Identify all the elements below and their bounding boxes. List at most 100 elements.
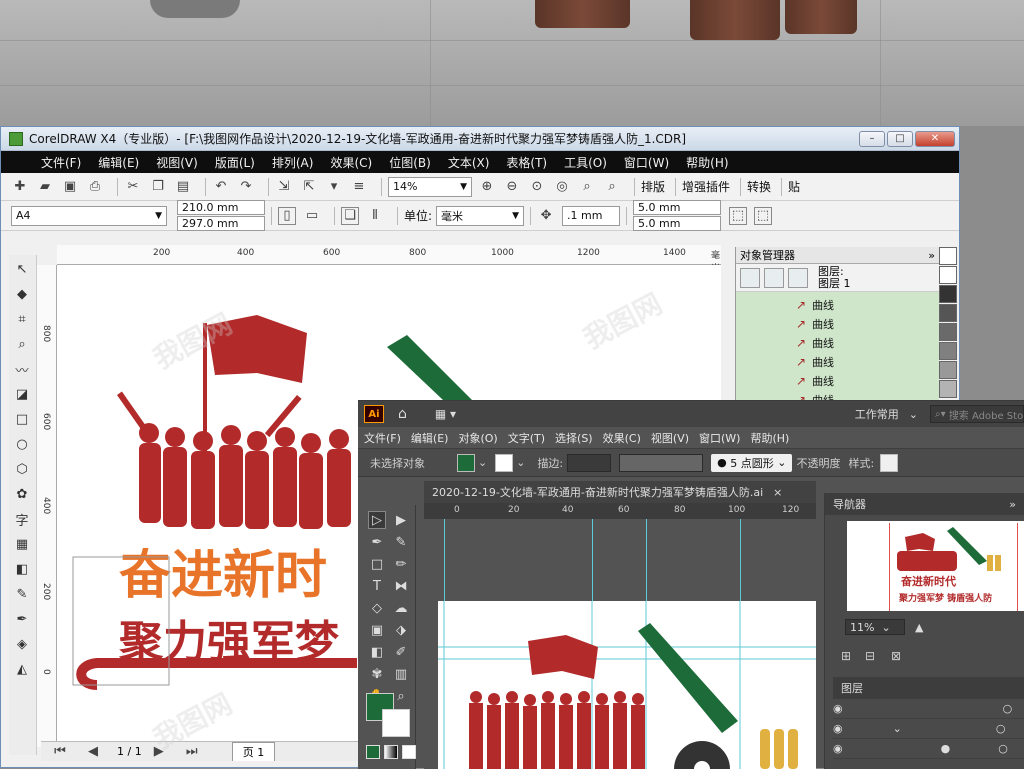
color-mode-icon[interactable] [366, 745, 380, 759]
gradient-mode-icon[interactable] [384, 745, 398, 759]
rectangle-tool-icon[interactable]: □ [11, 408, 33, 430]
ai-menu-window[interactable]: 窗口(W) [699, 430, 740, 446]
layer-row[interactable]: ◉ ⌄ ○ [833, 719, 1024, 739]
curvature-tool-icon[interactable]: ✎ [392, 533, 410, 551]
current-page-icon[interactable]: ⫴ [366, 207, 384, 225]
target-circle-icon[interactable]: ○ [1003, 702, 1013, 715]
palette-swatch[interactable] [939, 247, 957, 265]
palette-swatch[interactable] [939, 342, 957, 360]
page-height-field[interactable]: 297.0 mm [177, 216, 265, 231]
arrange-documents-icon[interactable]: ▦ ▾ [435, 407, 456, 421]
zoom-tool-icon[interactable]: ⌕ [392, 687, 410, 705]
cut-icon[interactable]: ✂ [124, 178, 142, 196]
layer-row[interactable]: ◉ ● ○ [833, 739, 1024, 759]
show-properties-icon[interactable] [740, 267, 760, 288]
warp-tool-icon[interactable]: ☁ [392, 599, 410, 617]
graphic-style-swatch[interactable] [880, 453, 899, 472]
document-tab[interactable]: 2020-12-19-文化墙-军政通用-奋进新时代聚力强军梦铸盾强人防.ai × [424, 481, 816, 503]
print-icon[interactable]: ⎙ [86, 178, 104, 196]
save-icon[interactable]: ▣ [61, 178, 79, 196]
symbol-sprayer-icon[interactable]: ✾ [368, 665, 386, 683]
portrait-icon[interactable]: ▯ [278, 206, 296, 225]
outline-pen-icon[interactable]: ✒ [11, 608, 33, 630]
workspace-switcher[interactable]: 工作常用 [855, 406, 899, 422]
landscape-icon[interactable]: ▭ [303, 207, 321, 225]
panel-menu-icon[interactable]: » [1009, 498, 1016, 511]
docker-collapse-icon[interactable]: » [928, 249, 935, 262]
pencil-tool-icon[interactable]: ✏ [392, 555, 410, 573]
navigator-thumbnail[interactable]: 奋进新时代 聚力强军梦 铸盾强人防 [847, 521, 1024, 611]
new-document-icon[interactable]: ✚ [11, 178, 29, 196]
menu-help[interactable]: 帮助(H) [686, 154, 728, 171]
menu-effects[interactable]: 效果(C) [330, 154, 372, 171]
zoom-page-icon[interactable]: ⌕ [578, 178, 596, 196]
redo-icon[interactable]: ↷ [237, 178, 255, 196]
variable-width-profile[interactable] [619, 453, 704, 472]
list-item[interactable]: ↗曲线 [736, 314, 939, 333]
eraser-tool-icon[interactable]: ◇ [368, 599, 386, 617]
fill-color-swatch[interactable] [457, 453, 475, 472]
zoom-out-icon[interactable]: ⊖ [503, 178, 521, 196]
fill-chevron-icon[interactable]: ⌄ [478, 456, 487, 469]
ai-menu-effect[interactable]: 效果(C) [603, 430, 641, 446]
rectangle-tool-icon[interactable]: □ [368, 555, 386, 573]
palette-swatch[interactable] [939, 285, 957, 303]
menu-file[interactable]: 文件(F) [41, 154, 81, 171]
selection-tool-icon[interactable]: ▷ [368, 511, 386, 529]
menu-bitmaps[interactable]: 位图(B) [389, 154, 431, 171]
menu-arrange[interactable]: 排列(A) [272, 154, 314, 171]
first-page-icon[interactable]: ⏮ [51, 743, 69, 761]
stroke-chevron-icon[interactable]: ⌄ [516, 456, 525, 469]
ai-menu-help[interactable]: 帮助(H) [750, 430, 789, 446]
next-page-icon[interactable]: ▶ [150, 743, 168, 761]
menu-window[interactable]: 窗口(W) [624, 154, 669, 171]
direct-selection-icon[interactable]: ▶ [392, 511, 410, 529]
interactive-tool-icon[interactable]: ◧ [11, 558, 33, 580]
ellipse-tool-icon[interactable]: ○ [11, 433, 33, 455]
visibility-eye-icon[interactable]: ◉ [833, 722, 843, 735]
close-tab-icon[interactable]: × [773, 486, 782, 499]
duplicate-x-field[interactable]: 5.0 mm [633, 200, 722, 215]
graph-tool-icon[interactable]: ▥ [392, 665, 410, 683]
menu-table[interactable]: 表格(T) [506, 154, 547, 171]
polygon-tool-icon[interactable]: ⬡ [11, 458, 33, 480]
shape-tool-icon[interactable]: ◆ [11, 283, 33, 305]
menu-layout[interactable]: 版面(L) [215, 154, 255, 171]
ai-menu-type[interactable]: 文字(T) [508, 430, 545, 446]
panel-icon[interactable]: ⊠ [891, 649, 901, 663]
unit-combo[interactable]: 毫米 ▼ [436, 205, 525, 226]
target-circle-icon[interactable]: ○ [998, 742, 1008, 755]
stroke-weight-field[interactable] [567, 453, 612, 472]
maximize-button[interactable]: □ [887, 130, 913, 147]
palette-swatch[interactable] [939, 266, 957, 284]
open-folder-icon[interactable]: ▰ [36, 178, 54, 196]
nudge-distance-field[interactable]: .1 mm [562, 205, 621, 226]
palette-swatch[interactable] [939, 380, 957, 398]
page-width-field[interactable]: 210.0 mm [177, 200, 265, 215]
last-page-icon[interactable]: ⏭ [183, 743, 201, 761]
expand-chevron-icon[interactable]: ⌄ [893, 722, 902, 735]
zoom-in-icon[interactable]: ⊕ [478, 178, 496, 196]
list-item[interactable]: ↗曲线 [736, 371, 939, 390]
minimize-button[interactable]: – [859, 130, 885, 147]
reflect-tool-icon[interactable]: ⧓ [392, 577, 410, 595]
treat-as-filled-icon[interactable]: ⬚ [729, 206, 748, 225]
paste-plugin-button[interactable]: 贴 [788, 178, 800, 195]
workspace-chevron-icon[interactable]: ⌄ [909, 408, 918, 421]
home-icon[interactable]: ⌂ [398, 406, 407, 422]
crop-tool-icon[interactable]: ⌗ [11, 308, 33, 330]
all-pages-icon[interactable]: ❏ [341, 206, 359, 225]
pick-tool-icon[interactable]: ↖ [11, 258, 33, 280]
zoom-level-combo[interactable]: 14% ▼ [388, 176, 472, 197]
ai-menu-file[interactable]: 文件(F) [364, 430, 401, 446]
text-tool-icon[interactable]: 字 [11, 508, 33, 530]
layer-row[interactable]: ◉ ○ [833, 699, 1024, 719]
smart-fill-icon[interactable]: ◪ [11, 383, 33, 405]
menu-tools[interactable]: 工具(O) [564, 154, 607, 171]
basic-shapes-icon[interactable]: ✿ [11, 483, 33, 505]
paste-icon[interactable]: ▤ [174, 178, 192, 196]
opacity-label[interactable]: 不透明度 [796, 455, 840, 471]
edit-across-layers-icon[interactable] [764, 267, 784, 288]
eyedropper-icon[interactable]: ✐ [392, 643, 410, 661]
interactive-fill-icon[interactable]: ◭ [11, 658, 33, 680]
